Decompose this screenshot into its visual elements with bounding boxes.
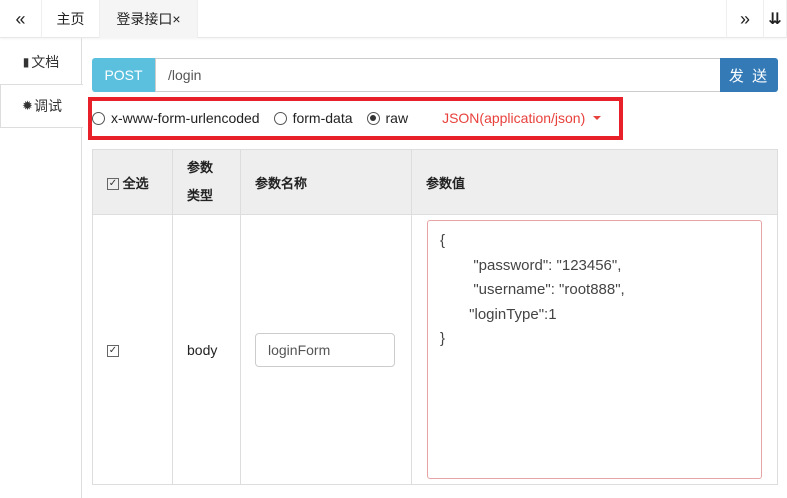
param-name-cell: loginForm xyxy=(240,214,412,485)
row-select-cell: ✓ xyxy=(92,214,173,485)
tab-home[interactable]: 主页 xyxy=(42,0,100,38)
radio-label: raw xyxy=(385,110,409,126)
radio-label: form-data xyxy=(292,110,353,126)
caret-down-icon xyxy=(593,116,602,120)
url-input[interactable]: /login xyxy=(155,58,721,92)
send-button[interactable]: 发 送 xyxy=(720,58,778,92)
radio-selected-icon xyxy=(366,111,380,125)
tab-login-api[interactable]: 登录接口× xyxy=(100,0,198,38)
header-label: 全选 xyxy=(122,175,149,191)
param-name-header: 参数名称 xyxy=(240,149,412,215)
radio-urlencoded[interactable]: x-www-form-urlencoded xyxy=(92,110,260,126)
content-type-label: JSON(application/json) xyxy=(442,110,586,126)
radio-icon xyxy=(92,111,105,125)
radio-icon xyxy=(273,111,287,125)
method-badge: POST xyxy=(92,58,155,92)
scroll-tabs-left-button[interactable]: « xyxy=(0,0,42,38)
sidebar: ▮ 文档 ✹ 调试 xyxy=(0,38,83,498)
param-name-input[interactable]: loginForm xyxy=(255,332,395,367)
table-header: ✓ 全选 参数类型 参数名称 参数值 xyxy=(92,149,778,215)
sidebar-item-label: 文档 xyxy=(31,54,60,70)
tab-menu-button[interactable]: ⇊ xyxy=(764,0,787,38)
param-type-header: 参数 类型 xyxy=(172,149,241,215)
param-value-header: 参数值 xyxy=(411,149,778,215)
content-type-dropdown[interactable]: JSON(application/json) xyxy=(442,110,602,126)
radio-label: x-www-form-urlencoded xyxy=(111,110,260,126)
sidebar-item-debug[interactable]: ✹ 调试 xyxy=(0,84,83,128)
file-icon: ▮ xyxy=(22,55,30,69)
header-label: 类型 xyxy=(187,188,214,203)
select-all-header[interactable]: ✓ 全选 xyxy=(92,149,173,215)
bug-icon: ✹ xyxy=(22,98,33,113)
radio-form-data[interactable]: form-data xyxy=(273,110,353,126)
radio-raw[interactable]: raw xyxy=(366,110,409,126)
row-checkbox[interactable]: ✓ xyxy=(107,344,119,357)
header-label: 参数 xyxy=(187,160,214,175)
param-type-cell: body xyxy=(172,214,241,485)
sidebar-item-label: 调试 xyxy=(33,98,62,114)
tab-bar: « 主页 登录接口× » ⇊ xyxy=(0,0,787,38)
sidebar-item-docs[interactable]: ▮ 文档 xyxy=(0,40,82,84)
param-value-textarea[interactable]: { "password": "123456", "username": "roo… xyxy=(427,220,762,479)
checkbox-icon: ✓ xyxy=(107,178,119,191)
body-type-options: x-www-form-urlencoded form-data raw JSON… xyxy=(92,110,602,126)
scroll-tabs-right-button[interactable]: » xyxy=(726,0,764,38)
